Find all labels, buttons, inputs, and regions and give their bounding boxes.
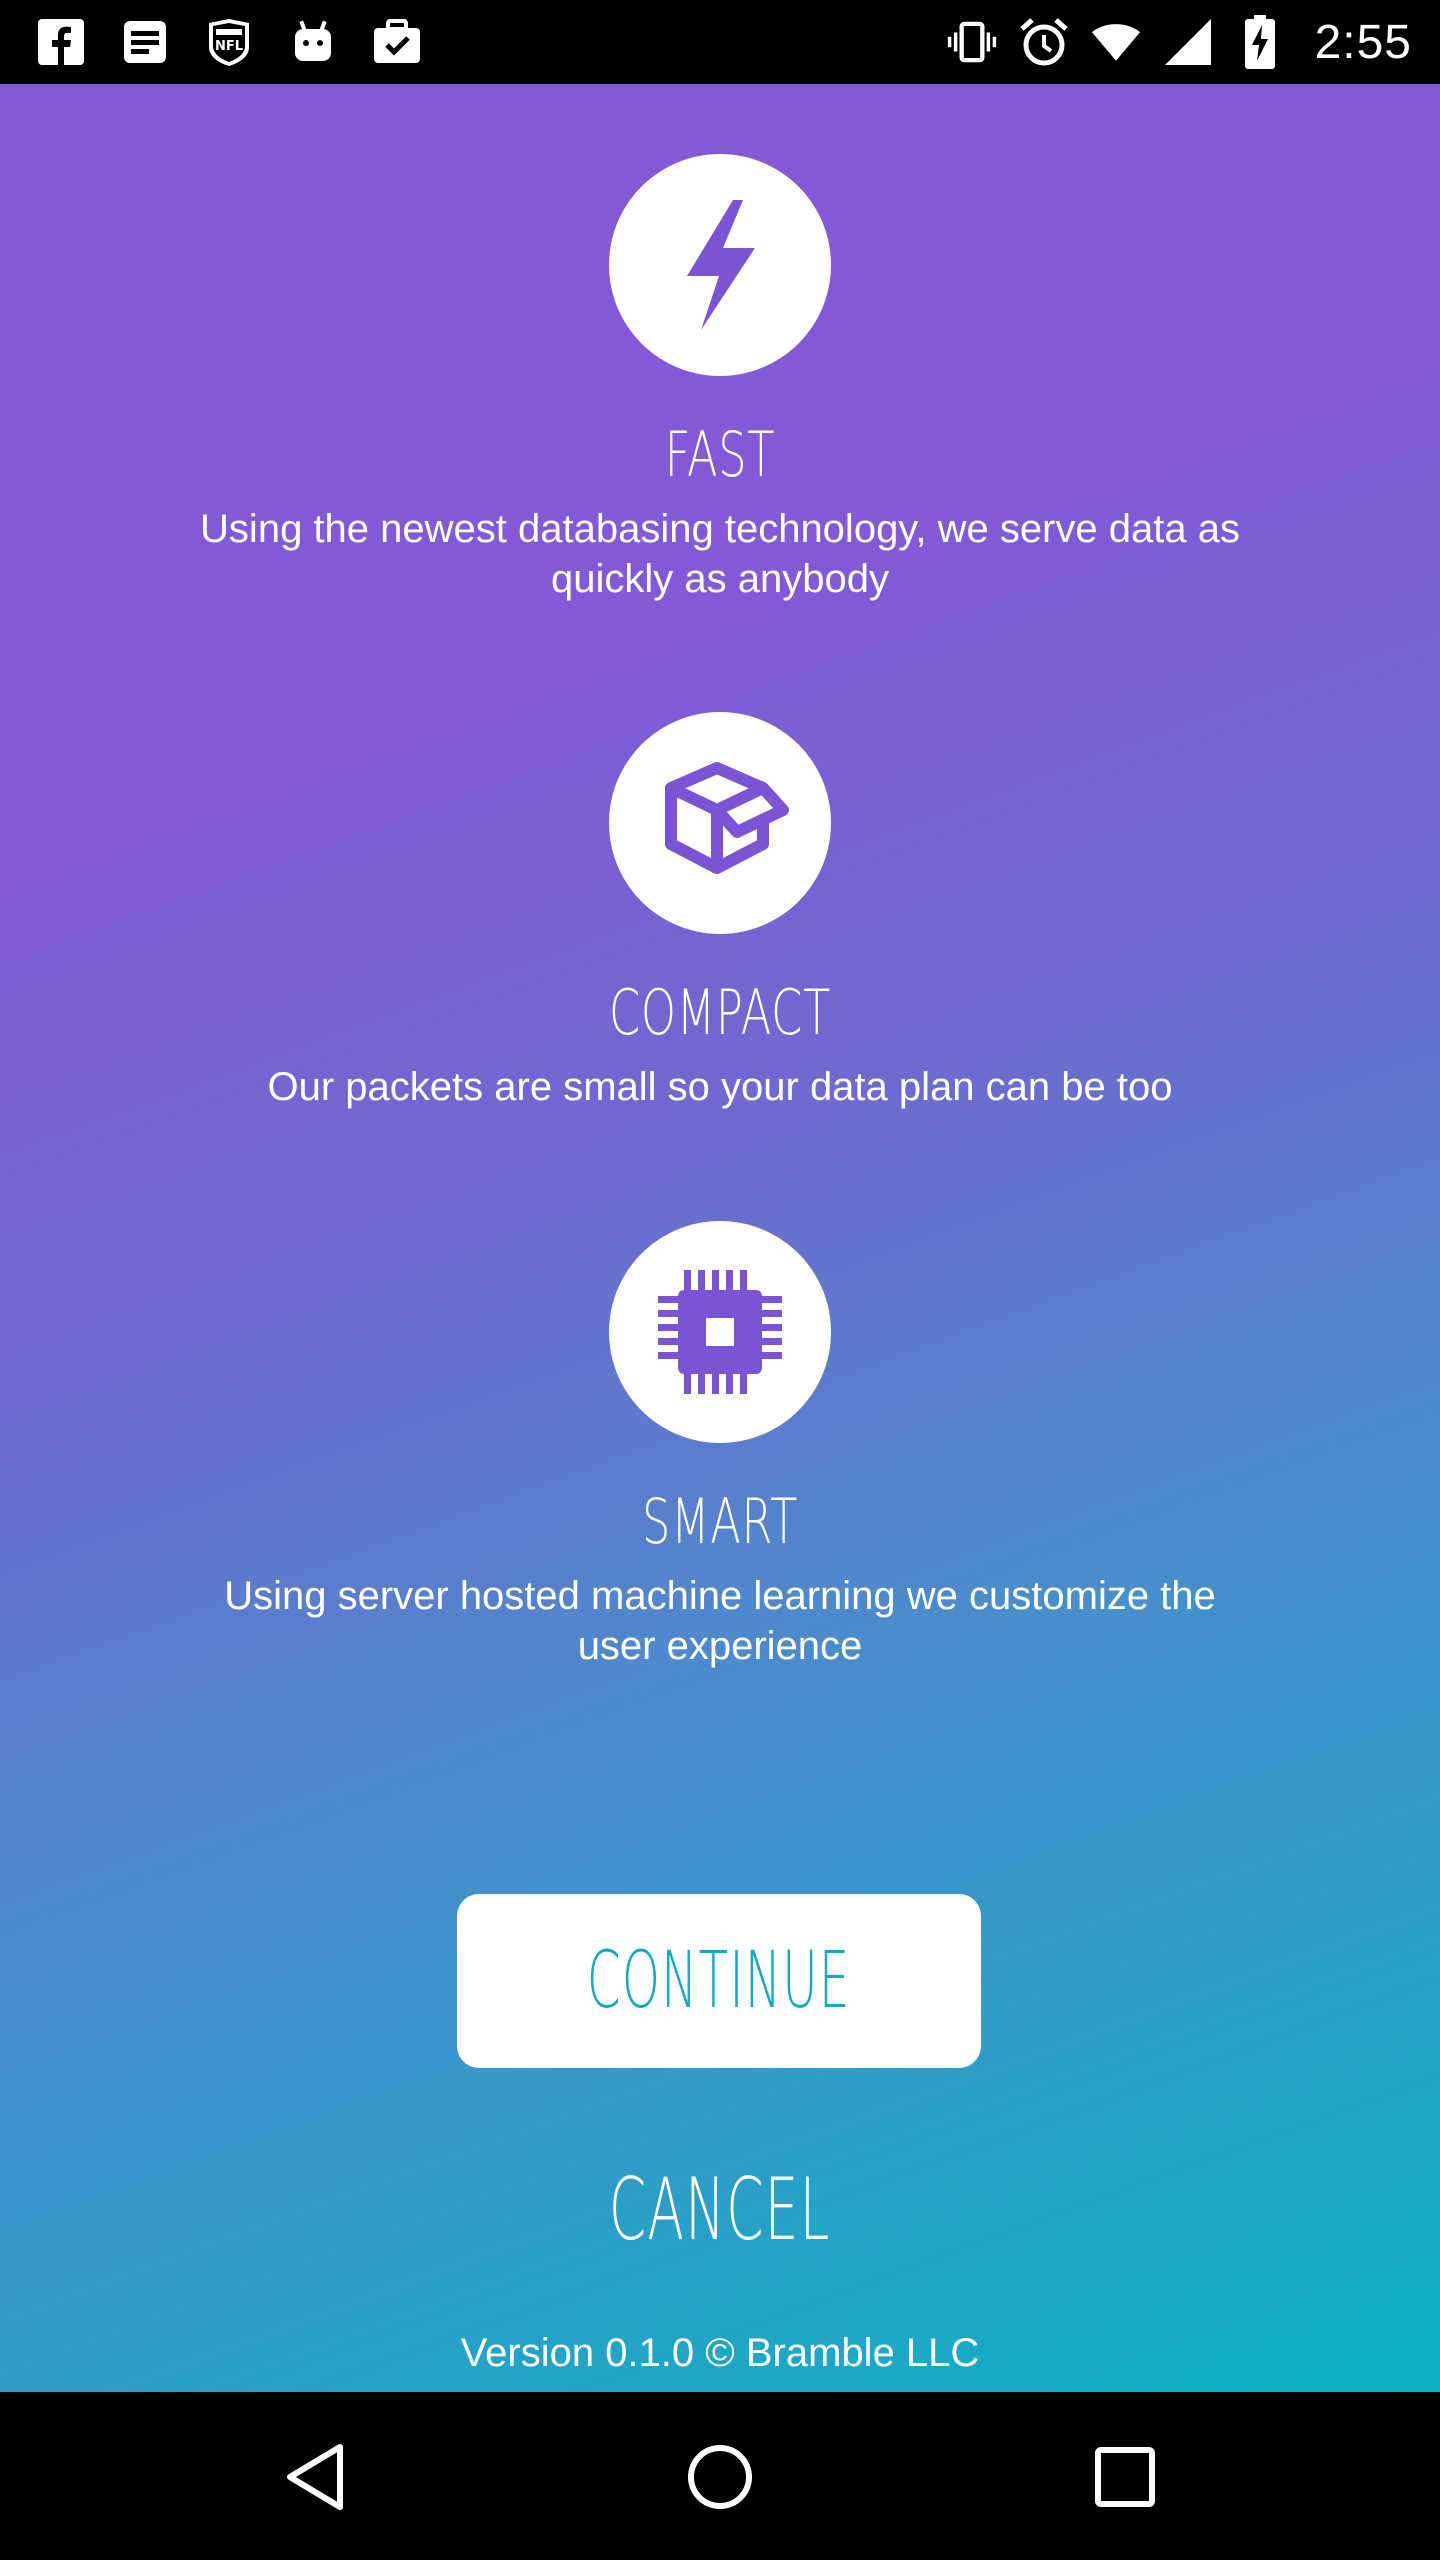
feature-smart: SMART Using server hosted machine learni…: [0, 1221, 1440, 1671]
signal-icon: [1163, 17, 1213, 67]
feature-fast: FAST Using the newest databasing technol…: [0, 154, 1440, 604]
recents-icon[interactable]: [1080, 2432, 1170, 2522]
briefcase-check-icon: [372, 17, 422, 67]
feature-description: Our packets are small so your data plan …: [267, 1065, 1173, 1109]
feature-description: Using server hosted machine learning we …: [224, 1574, 1216, 1668]
lightning-icon: [687, 200, 755, 330]
battery-charging-icon: [1235, 15, 1285, 69]
wifi-icon: [1091, 17, 1141, 67]
vibrate-icon: [947, 17, 997, 67]
back-icon[interactable]: [270, 2432, 360, 2522]
home-icon[interactable]: [675, 2432, 765, 2522]
nfl-icon: NFL: [204, 17, 254, 67]
news-icon: [120, 17, 170, 67]
chip-icon: [658, 1270, 782, 1394]
feature-title: COMPACT: [608, 976, 832, 1049]
feature-icon-circle: [609, 712, 831, 934]
feature-title: FAST: [664, 418, 776, 491]
continue-button[interactable]: CONTINUE: [457, 1894, 981, 2068]
system-icons: 2:55: [947, 14, 1412, 70]
feature-compact: COMPACT Our packets are small so your da…: [0, 712, 1440, 1112]
onboarding-screen: FAST Using the newest databasing technol…: [0, 84, 1440, 2392]
feature-title: SMART: [641, 1485, 799, 1558]
facebook-icon: [36, 17, 86, 67]
continue-button-label: CONTINUE: [587, 1936, 851, 2026]
clock: 2:55: [1314, 15, 1412, 69]
cancel-button-label: CANCEL: [609, 2160, 831, 2260]
package-icon: [665, 762, 789, 874]
alarm-icon: [1019, 17, 1069, 67]
feature-icon-circle: [609, 1221, 831, 1443]
feature-icon-circle: [609, 154, 831, 376]
feature-description: Using the newest databasing technology, …: [200, 507, 1240, 601]
status-bar: NFL 2:55: [0, 0, 1440, 84]
android-icon: [288, 17, 338, 67]
cancel-button[interactable]: CANCEL: [0, 2160, 1440, 2260]
notification-icons: NFL: [36, 14, 422, 70]
version-text: Version 0.1.0 © Bramble LLC: [460, 2331, 980, 2375]
navigation-bar: [0, 2392, 1440, 2560]
svg-text:NFL: NFL: [215, 39, 243, 54]
